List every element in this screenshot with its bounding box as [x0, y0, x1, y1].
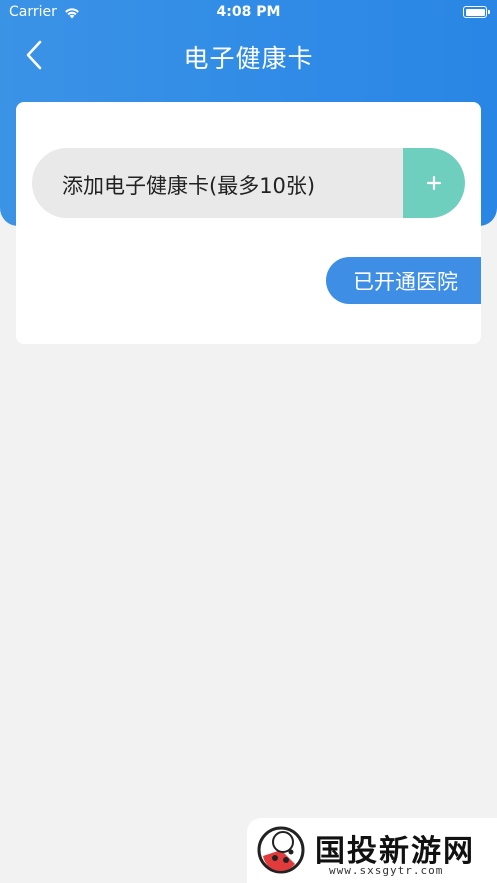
ladybug-logo-icon: [257, 826, 305, 874]
status-time: 4:08 PM: [216, 4, 281, 20]
opened-hospitals-button[interactable]: 已开通医院: [326, 257, 481, 304]
watermark-url: www.sxsgytr.com: [329, 864, 444, 877]
battery-icon: [463, 6, 490, 18]
add-health-card-label: 添加电子健康卡(最多10张): [62, 174, 316, 198]
watermark: 国投新游网 www.sxsgytr.com: [247, 818, 497, 883]
plus-icon: [426, 175, 442, 191]
plus-button[interactable]: [403, 148, 465, 218]
status-bar: Carrier 4:08 PM: [0, 0, 497, 26]
add-health-card-button[interactable]: 添加电子健康卡(最多10张): [32, 148, 465, 218]
health-card-panel: 添加电子健康卡(最多10张) 已开通医院: [16, 102, 481, 344]
nav-bar: 电子健康卡: [0, 26, 497, 84]
page-title: 电子健康卡: [183, 44, 314, 73]
